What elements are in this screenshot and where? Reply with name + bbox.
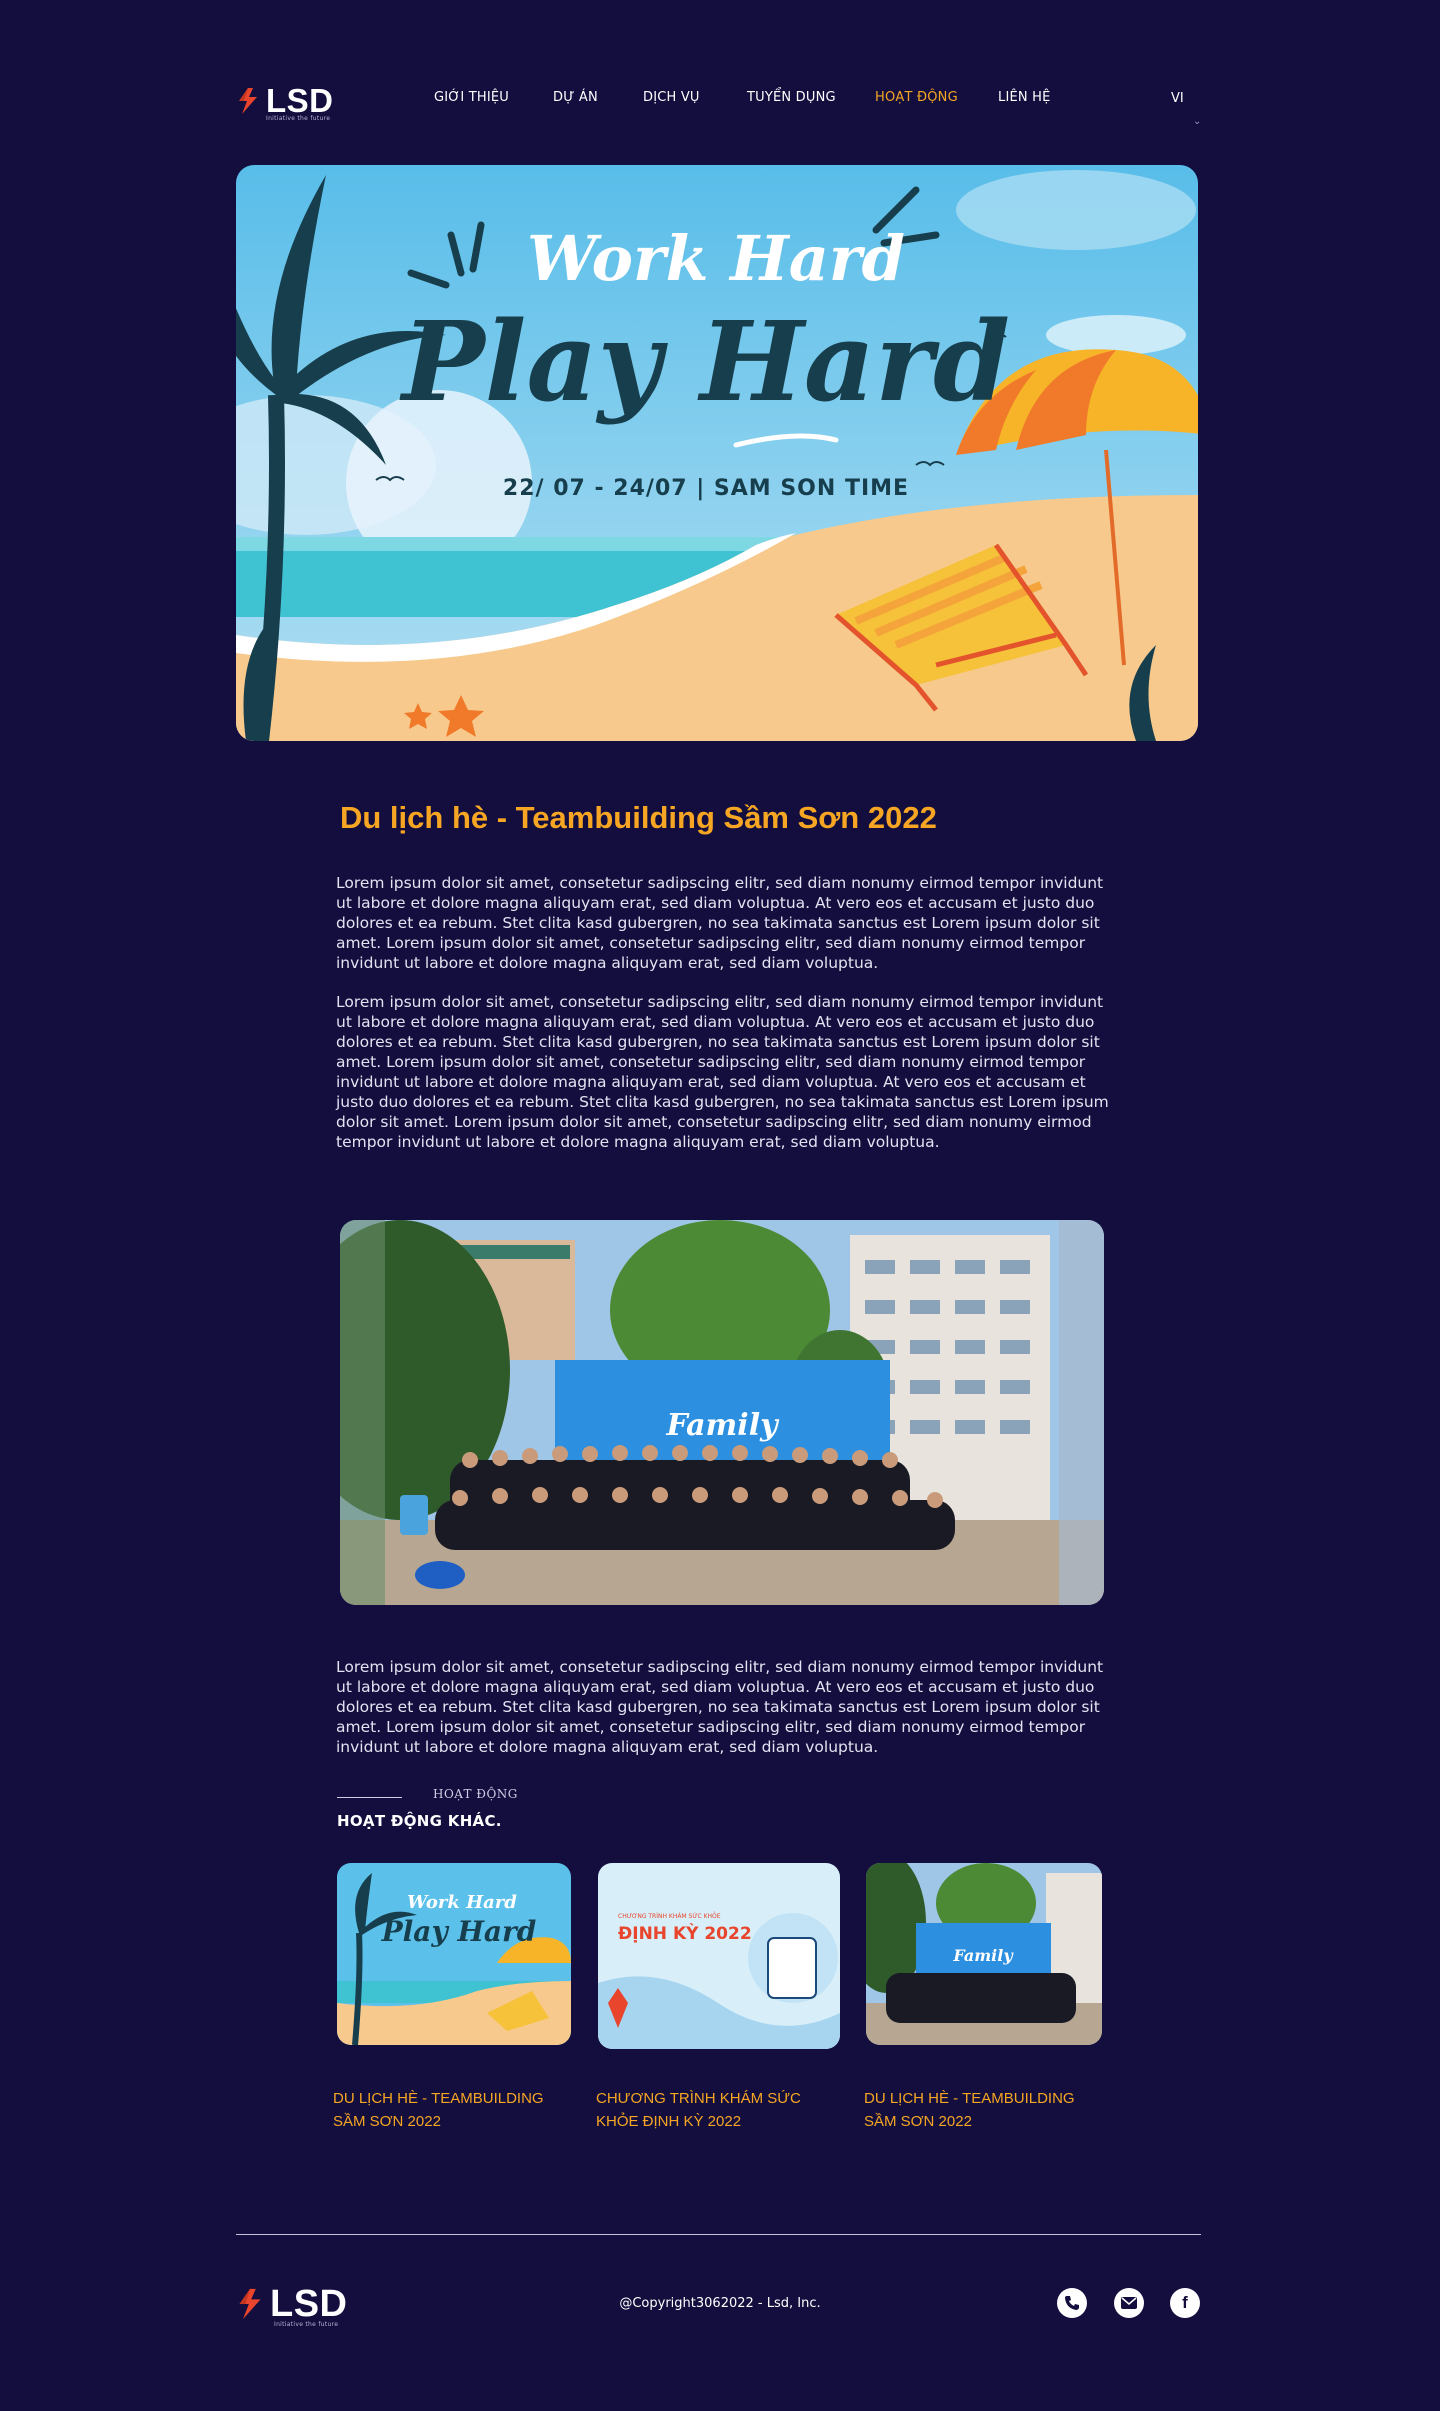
chevron-down-icon[interactable]: ⌄ [1193, 116, 1201, 127]
activity-card-thumbnail[interactable]: Work Hard Play Hard [337, 1863, 571, 2045]
activity-card-title[interactable]: DU LỊCH HÈ - TEAMBUILDING SẦM SƠN 2022 [333, 2087, 573, 2133]
mail-icon[interactable] [1114, 2288, 1144, 2318]
hero-title-big: Play Hard [399, 297, 1010, 426]
article-paragraph: Lorem ipsum dolor sit amet, consetetur s… [336, 874, 1104, 972]
section-kicker: HOẠT ĐỘNG [433, 1787, 518, 1801]
group-photo-thumbnail: Family [866, 1863, 1102, 2045]
section-title: HOẠT ĐỘNG KHÁC. [337, 1812, 502, 1830]
nav-item-du-an[interactable]: DỰ ÁN [553, 90, 598, 105]
hero-date-line: 22/ 07 - 24/07 | SAM SON TIME [503, 476, 909, 501]
nav-item-tuyen-dung[interactable]: TUYỂN DỤNG [747, 90, 836, 105]
language-selector[interactable]: VI [1171, 91, 1184, 106]
nav-item-gioi-thieu[interactable]: GIỚI THIỆU [434, 90, 509, 105]
hero-banner: Work Hard Play Hard 22/ 07 - 24/07 | SAM… [236, 165, 1198, 741]
brand-tagline: Initiative the future [274, 2321, 339, 2328]
section-divider [337, 1797, 402, 1798]
facebook-icon[interactable]: f [1170, 2288, 1200, 2318]
activity-card-title[interactable]: DU LỊCH HÈ - TEAMBUILDING SẦM SƠN 2022 [864, 2087, 1104, 2133]
brand-tagline: Initiative the future [266, 115, 331, 122]
beach-illustration: Work Hard Play Hard 22/ 07 - 24/07 | SAM… [236, 165, 1198, 741]
copyright-text: @Copyright3062022 - Lsd, Inc. [619, 2296, 821, 2311]
activity-card-thumbnail[interactable]: ĐỊNH KỲ 2022 CHƯƠNG TRÌNH KHÁM SỨC KHỎE [598, 1863, 840, 2049]
health-check-thumbnail: ĐỊNH KỲ 2022 CHƯƠNG TRÌNH KHÁM SỨC KHỎE [598, 1863, 840, 2049]
beach-thumbnail: Work Hard Play Hard [337, 1863, 571, 2045]
article-title: Du lịch hè - Teambuilding Sầm Sơn 2022 [340, 800, 937, 835]
hero-title-small: Work Hard [527, 222, 905, 295]
group-photo-illustration: Family [340, 1220, 1104, 1605]
activity-card-title[interactable]: CHƯƠNG TRÌNH KHÁM SỨC KHỎE ĐỊNH KỲ 2022 [596, 2087, 836, 2133]
card-thumb-text: Family [952, 1946, 1014, 1965]
main-nav: GIỚI THIỆU DỰ ÁN DỊCH VỤ TUYỂN DỤNG HOẠT… [0, 90, 1440, 112]
card-thumb-text: CHƯƠNG TRÌNH KHÁM SỨC KHỎE [618, 1912, 721, 1920]
card-thumb-text: Play Hard [381, 1915, 537, 1948]
card-thumb-text: ĐỊNH KỲ 2022 [618, 1922, 752, 1944]
article-paragraph: Lorem ipsum dolor sit amet, consetetur s… [336, 1658, 1104, 1756]
team-photo: Family [340, 1220, 1104, 1605]
nav-item-lien-he[interactable]: LIÊN HỆ [998, 90, 1051, 105]
nav-item-dich-vu[interactable]: DỊCH VỤ [643, 90, 700, 105]
photo-banner-text: Family [665, 1408, 780, 1443]
phone-icon[interactable] [1057, 2288, 1087, 2318]
article-paragraph: Lorem ipsum dolor sit amet, consetetur s… [336, 993, 1109, 1151]
activity-card-thumbnail[interactable]: Family [866, 1863, 1102, 2045]
footer-divider [236, 2234, 1201, 2235]
nav-item-hoat-dong[interactable]: HOẠT ĐỘNG [875, 90, 958, 105]
card-thumb-text: Work Hard [407, 1892, 517, 1913]
